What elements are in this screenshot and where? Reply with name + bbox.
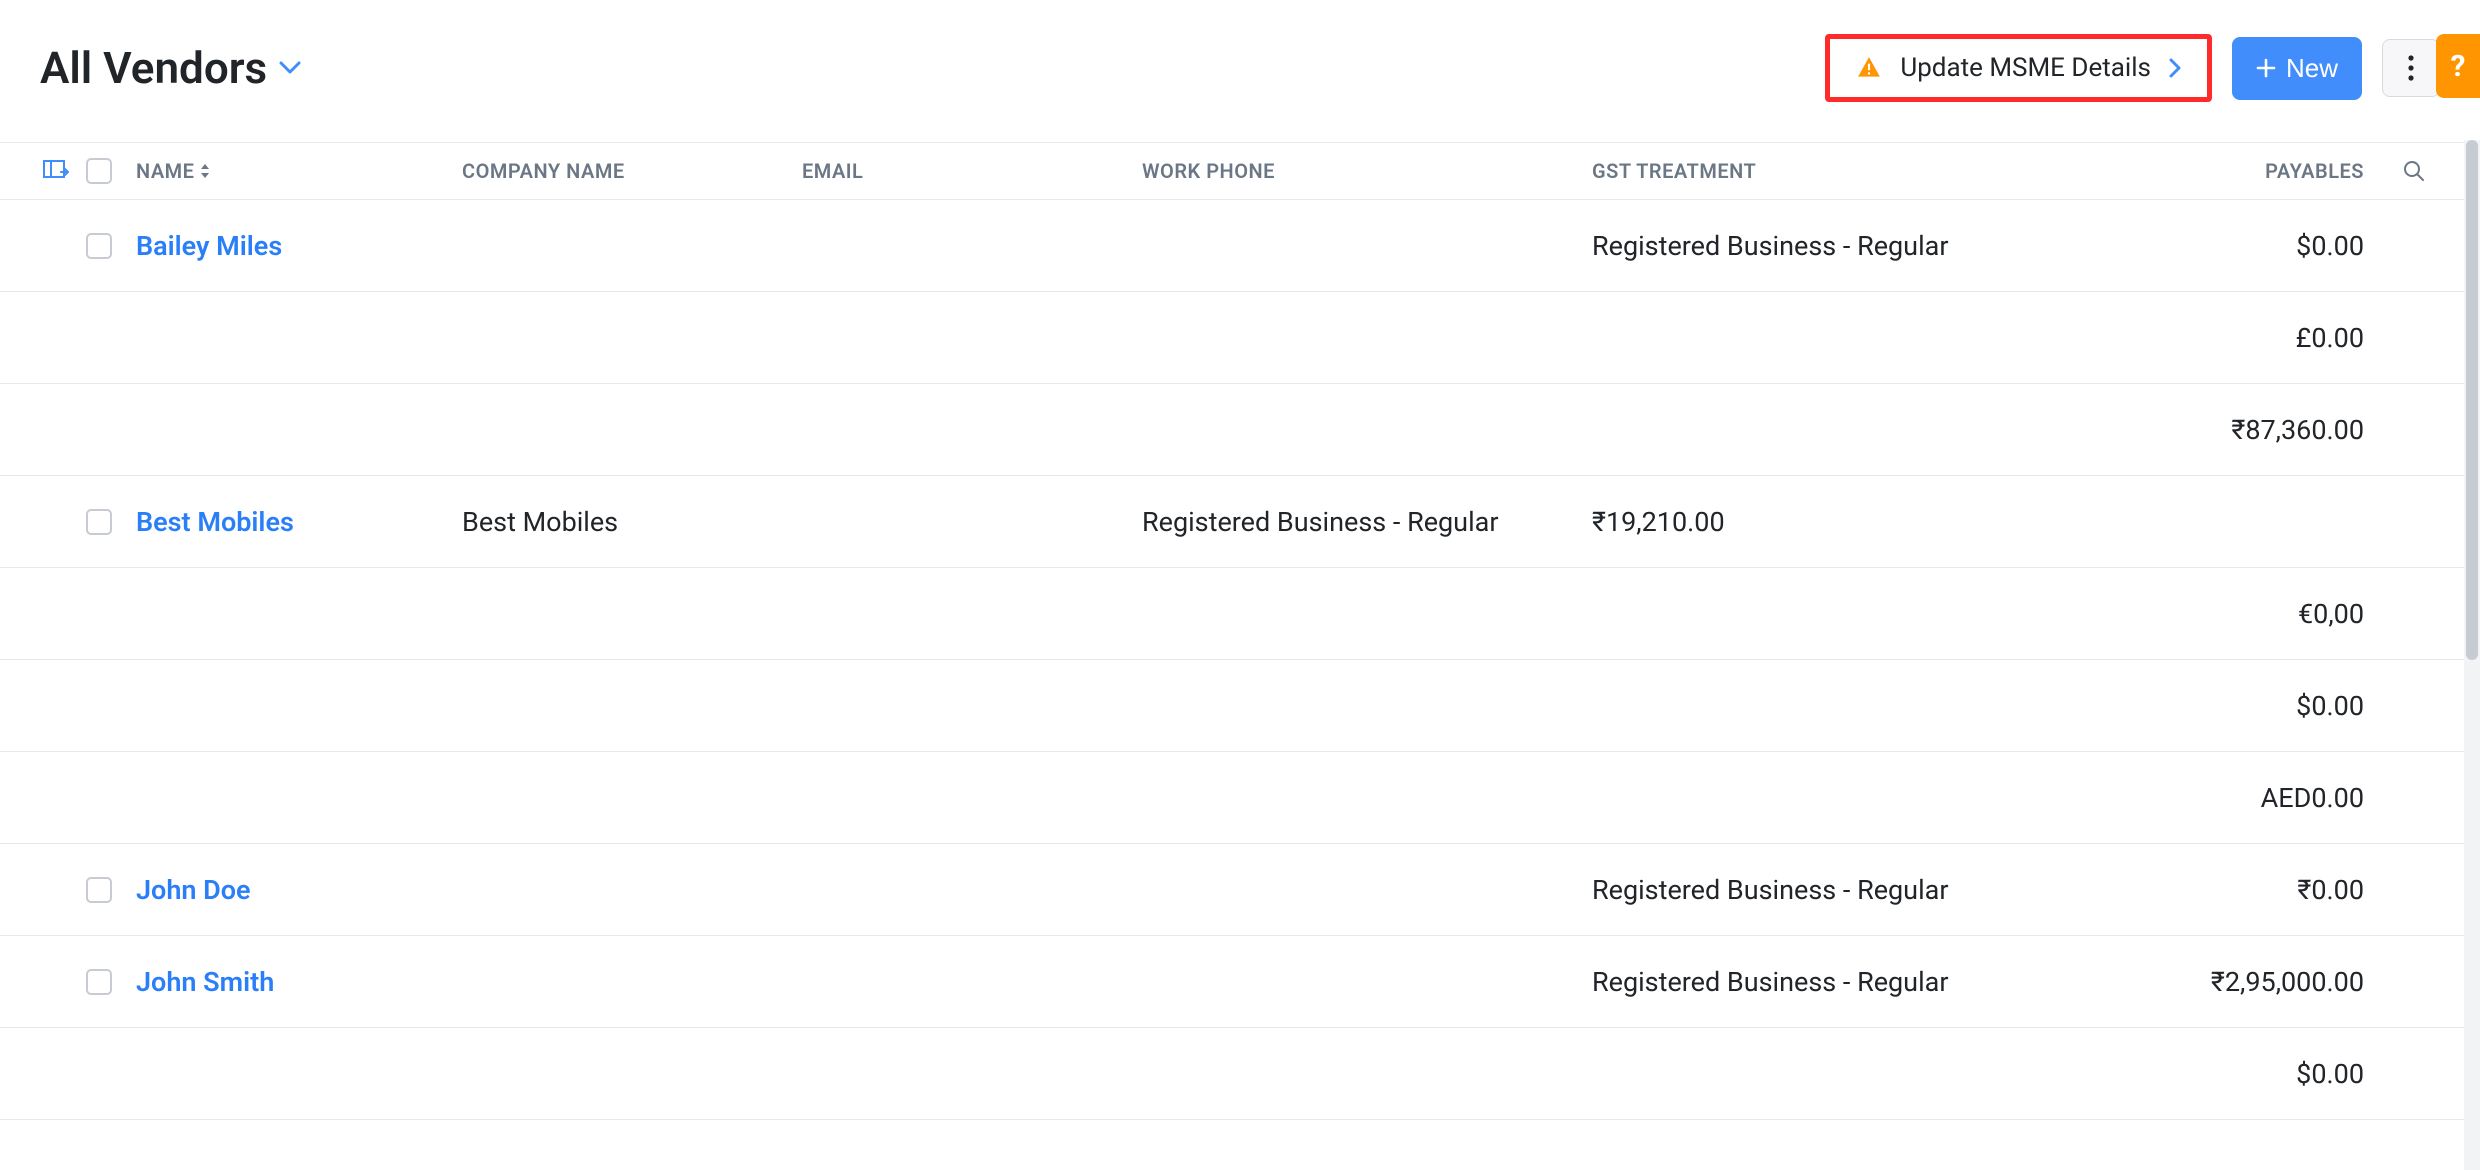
new-label: New xyxy=(2286,53,2338,84)
cell-company: Best Mobiles xyxy=(462,506,802,538)
vendor-link[interactable]: John Doe xyxy=(136,874,251,906)
warning-icon xyxy=(1856,55,1882,81)
search-icon xyxy=(2403,160,2425,182)
help-icon: ? xyxy=(2451,49,2466,84)
table-header-row: Name Company Name Email Work Phone GST T… xyxy=(0,142,2480,200)
cell-payables: ₹2,95,000.00 xyxy=(2162,966,2384,998)
column-settings-button[interactable] xyxy=(36,160,76,182)
row-checkbox[interactable] xyxy=(86,877,112,903)
update-msme-details-button[interactable]: Update MSME Details xyxy=(1825,34,2212,102)
cell-payables: $0.00 xyxy=(2162,1058,2384,1090)
cell-payables: $0.00 xyxy=(2162,230,2384,262)
table-row[interactable]: AED0.00 xyxy=(0,752,2480,844)
cell-payables: $0.00 xyxy=(2162,690,2384,722)
column-header-phone[interactable]: Work Phone xyxy=(1142,159,1592,183)
help-button[interactable]: ? xyxy=(2436,34,2480,98)
table-row[interactable]: ₹87,360.00 xyxy=(0,384,2480,476)
kebab-icon xyxy=(2408,55,2414,81)
table-row[interactable]: £0.00 xyxy=(0,292,2480,384)
table-row[interactable]: $0.00 xyxy=(0,1028,2480,1120)
cell-payables: AED0.00 xyxy=(2162,782,2384,814)
cell-payables: £0.00 xyxy=(2162,322,2384,354)
table-row[interactable]: €0,00 xyxy=(0,568,2480,660)
sort-icon xyxy=(200,163,210,179)
column-header-email[interactable]: Email xyxy=(802,159,1142,183)
vendor-link[interactable]: Bailey Miles xyxy=(136,230,282,262)
row-checkbox[interactable] xyxy=(86,969,112,995)
search-button[interactable] xyxy=(2384,160,2444,182)
cell-payables: €0,00 xyxy=(2162,598,2384,630)
vendor-link[interactable]: John Smith xyxy=(136,966,274,998)
column-header-gst[interactable]: GST Treatment xyxy=(1592,159,2162,183)
more-actions-button[interactable] xyxy=(2382,39,2440,97)
cell-gst: Registered Business - Regular xyxy=(1592,230,2162,262)
row-checkbox[interactable] xyxy=(86,509,112,535)
table-row[interactable]: $0.00 xyxy=(0,660,2480,752)
table-row[interactable]: John Smith Registered Business - Regular₹… xyxy=(0,936,2480,1028)
scrollbar-thumb[interactable] xyxy=(2466,140,2478,660)
column-settings-icon xyxy=(43,160,69,182)
new-button[interactable]: New xyxy=(2232,37,2362,100)
select-all-checkbox[interactable] xyxy=(86,158,112,184)
table-row[interactable]: Bailey Miles Registered Business - Regula… xyxy=(0,200,2480,292)
table-body: Bailey Miles Registered Business - Regula… xyxy=(0,200,2480,1170)
table-row[interactable]: Best Mobiles Best Mobiles Registered Busin… xyxy=(0,476,2480,568)
page-title-dropdown[interactable]: All Vendors xyxy=(40,42,301,94)
column-header-name[interactable]: Name xyxy=(122,159,462,183)
cell-gst: Registered Business - Regular xyxy=(1592,966,2162,998)
chevron-down-icon xyxy=(279,61,301,75)
plus-icon xyxy=(2256,58,2276,78)
cell-payables: ₹87,360.00 xyxy=(2162,414,2384,446)
page-title: All Vendors xyxy=(40,42,267,94)
vendor-link[interactable]: Best Mobiles xyxy=(136,506,294,538)
column-header-payables[interactable]: Payables xyxy=(2162,159,2384,183)
column-header-company[interactable]: Company Name xyxy=(462,159,802,183)
cell-gst: ₹19,210.00 xyxy=(1592,506,2162,538)
row-checkbox[interactable] xyxy=(86,233,112,259)
cell-gst: Registered Business - Regular xyxy=(1592,874,2162,906)
update-msme-label: Update MSME Details xyxy=(1900,53,2151,83)
table-row[interactable]: John Doe Registered Business - Regular₹0.… xyxy=(0,844,2480,936)
cell-phone: Registered Business - Regular xyxy=(1142,506,1592,538)
chevron-right-icon xyxy=(2169,58,2181,78)
scrollbar-track[interactable] xyxy=(2464,140,2480,1170)
cell-payables: ₹0.00 xyxy=(2162,874,2384,906)
